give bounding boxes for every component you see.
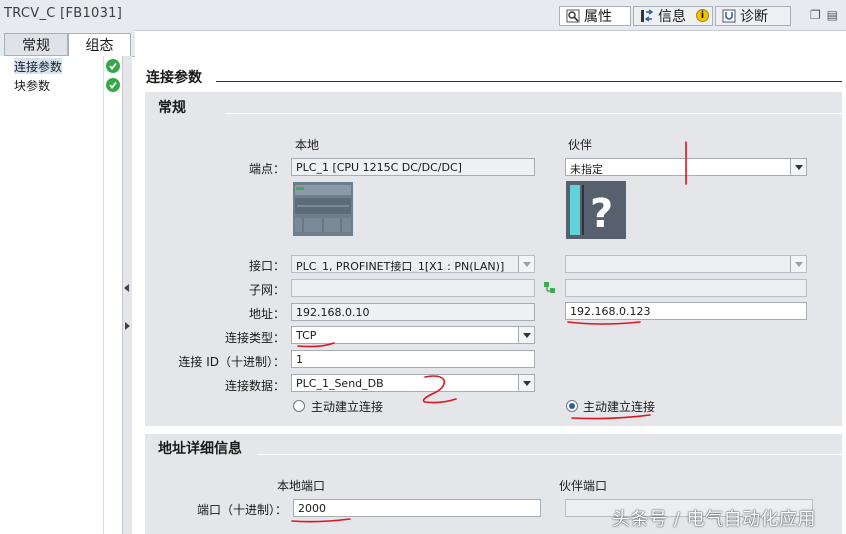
annotation-stroke (422, 375, 457, 404)
annotation-stroke (571, 414, 651, 420)
watermark: 头条号 / 电气自动化应用 (612, 509, 817, 530)
annotation-marks (291, 141, 687, 523)
annotation-stroke (297, 342, 335, 348)
annotation-stroke (291, 518, 351, 523)
annotation-stroke (567, 321, 641, 325)
